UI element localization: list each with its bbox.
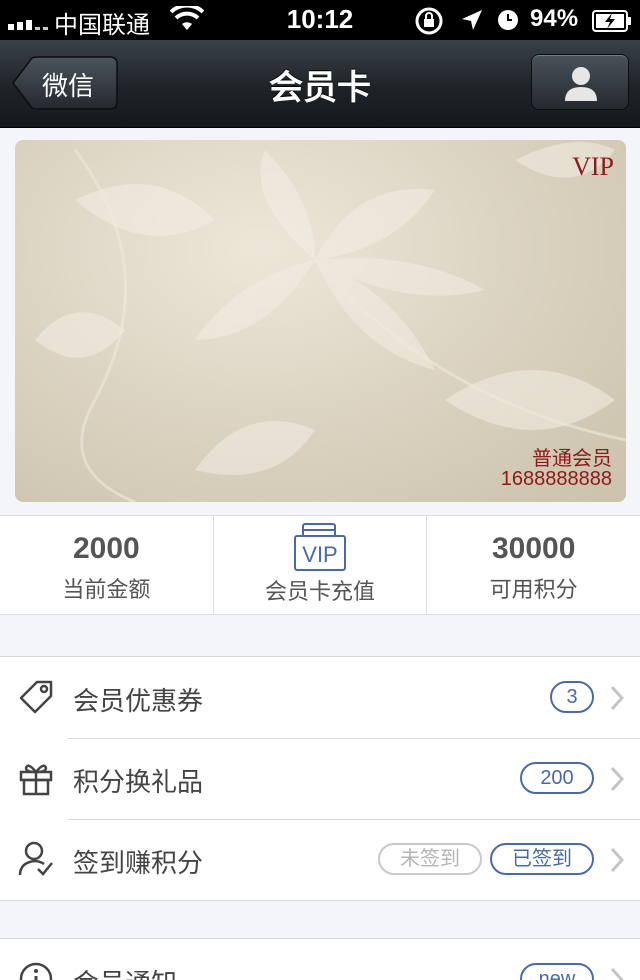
balance-stat[interactable]: 2000 当前金额 [0, 516, 214, 614]
person-icon [565, 67, 597, 101]
location-arrow-icon [462, 10, 482, 30]
chevron-right-icon [610, 685, 624, 711]
rotation-lock-icon [415, 7, 443, 35]
notices-label: 会员通知 [73, 963, 177, 980]
chevron-right-icon [610, 766, 624, 792]
signed-status-badge: 已签到 [490, 843, 594, 875]
notices-new-badge: new [520, 963, 594, 980]
coupons-label: 会员优惠券 [73, 687, 204, 717]
gifts-row[interactable]: 积分换礼品 200 [0, 738, 640, 819]
tag-icon [19, 680, 53, 714]
notices-menu: 会员通知 new [0, 938, 640, 980]
navigation-bar: 微信 会员卡 [0, 40, 640, 128]
coupons-row[interactable]: 会员优惠券 3 [0, 657, 640, 738]
battery-percent: 94% [530, 5, 579, 32]
vip-card-icon: VIP [294, 523, 346, 571]
gift-icon [19, 764, 53, 796]
unsigned-status-badge: 未签到 [378, 843, 482, 875]
points-value: 30000 [491, 532, 576, 565]
chevron-right-icon [610, 847, 624, 873]
points-stat[interactable]: 30000 可用积分 [427, 516, 640, 614]
checkin-row[interactable]: 签到赚积分 未签到 已签到 [0, 819, 640, 900]
card-member-level: 普通会员 [532, 446, 612, 470]
checkin-label: 签到赚积分 [73, 849, 204, 879]
balance-value: 2000 [72, 532, 140, 565]
vip-card-icon-text: VIP [302, 542, 337, 567]
battery-charging-icon [592, 10, 631, 32]
profile-button[interactable] [531, 54, 629, 110]
chevron-right-icon [610, 967, 624, 980]
stats-strip: 2000 当前金额 VIP 会员卡充值 30000 可用积分 [0, 515, 640, 615]
notices-row[interactable]: 会员通知 new [0, 939, 640, 980]
gifts-points-badge: 200 [520, 762, 594, 794]
status-bar: 中国联通 10:12 94% [0, 0, 640, 40]
gifts-label: 积分换礼品 [73, 768, 204, 798]
recharge-label: 会员卡充值 [265, 580, 376, 605]
alarm-clock-icon [498, 10, 518, 30]
card-number: 1688888888 [500, 468, 612, 490]
membership-card[interactable]: VIP 普通会员 1688888888 [15, 140, 626, 502]
recharge-stat[interactable]: VIP 会员卡充值 [214, 516, 428, 614]
points-label: 可用积分 [489, 578, 578, 603]
info-icon [19, 962, 53, 980]
card-vip-badge: VIP [572, 152, 614, 181]
member-menu: 会员优惠券 3 积分换礼品 200 签到赚积分 未签到 已签到 [0, 656, 640, 901]
balance-label: 当前金额 [62, 578, 151, 603]
coupons-count-badge: 3 [550, 681, 594, 713]
person-check-icon [18, 841, 53, 876]
